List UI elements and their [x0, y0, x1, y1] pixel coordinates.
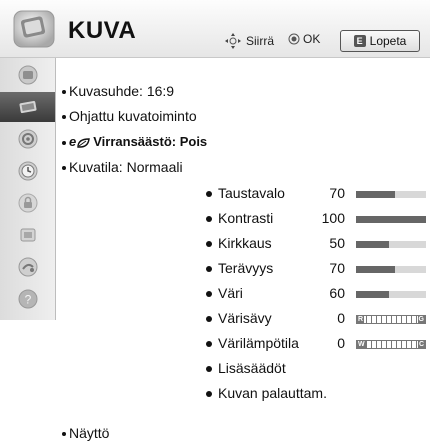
bullet-icon [206, 191, 212, 198]
bullet-icon [206, 241, 212, 248]
ok-button-icon [288, 33, 300, 45]
bullet-icon [62, 432, 66, 437]
sidebar-item-input[interactable] [0, 252, 55, 282]
menu-item-screen[interactable]: Näyttö [62, 425, 109, 441]
menu-item-energy-saving[interactable]: e Virransäästö: Pois [62, 134, 207, 149]
setting-row[interactable]: Värisävy [206, 310, 272, 326]
setting-value: 60 [329, 285, 345, 301]
help-icon: ? [18, 289, 37, 309]
ok-hint: OK [288, 32, 320, 46]
energy-prefix: e [69, 134, 77, 149]
bullet-icon [206, 341, 212, 348]
sidebar-item-setup[interactable] [0, 60, 55, 90]
setting-level-bar[interactable] [356, 241, 426, 248]
setting-label: Taustavalo [218, 185, 285, 201]
setting-row[interactable]: Kuvan palauttam. [206, 385, 327, 401]
move-hint: Siirrä [224, 32, 274, 50]
tv-picture-icon [18, 65, 37, 85]
setting-label: Kuvan palauttam. [218, 385, 327, 401]
page-title: KUVA [68, 17, 137, 44]
picture-menu-icon [13, 10, 55, 48]
speaker-icon [18, 129, 37, 149]
setting-row[interactable]: Taustavalo [206, 185, 285, 201]
aspect-ratio-label: Kuvasuhde: 16:9 [69, 83, 175, 99]
setting-level-bar[interactable] [356, 266, 426, 273]
balance-right-label: C [417, 341, 425, 348]
bullet-icon [62, 90, 66, 95]
setting-level-fill [356, 216, 426, 223]
bullet-icon [62, 115, 66, 120]
menu-item-picture-mode[interactable]: Kuvatila: Normaali [62, 159, 183, 175]
setting-value: 0 [337, 310, 345, 326]
setting-value: 50 [329, 235, 345, 251]
setting-row[interactable]: Terävyys [206, 260, 273, 276]
setting-value: 70 [329, 260, 345, 276]
setting-level-bar[interactable] [356, 291, 426, 298]
setting-level-bar[interactable] [356, 216, 426, 223]
exit-button[interactable]: E Lopeta [340, 30, 420, 52]
setting-label: Terävyys [218, 260, 274, 276]
screen-label: Näyttö [69, 425, 110, 441]
leaf-icon [77, 137, 91, 148]
bullet-icon [206, 291, 212, 298]
bullet-icon [206, 266, 212, 273]
input-icon [18, 257, 37, 277]
exit-button-label: Lopeta [369, 34, 407, 48]
bullet-icon [206, 391, 212, 398]
bullet-icon [62, 166, 66, 171]
setting-row[interactable]: Lisäsäädöt [206, 360, 286, 376]
sidebar-item-picture[interactable] [0, 92, 55, 122]
setting-row[interactable]: Väri [206, 285, 243, 301]
setting-label: Värisävy [218, 310, 272, 326]
setting-row[interactable]: Värilämpötila [206, 335, 299, 351]
header-bar: KUVA Siirrä OK E Lopeta [0, 0, 430, 58]
menu-item-aspect-ratio[interactable]: Kuvasuhde: 16:9 [62, 83, 174, 99]
balance-left-label: W [357, 341, 366, 348]
setting-value: 0 [337, 335, 345, 351]
setting-level-fill [356, 266, 395, 273]
setting-label: Kontrasti [218, 210, 274, 226]
setting-value: 70 [329, 185, 345, 201]
sidebar-item-lock[interactable] [0, 188, 55, 218]
setting-level-fill [356, 291, 389, 298]
setting-balance-bar[interactable]: WC [356, 340, 426, 349]
picture-screen-icon [18, 100, 37, 114]
exit-key-icon: E [353, 35, 366, 47]
energy-saving-label: Virransäästö: Pois [93, 134, 208, 149]
setting-label: Kirkkaus [218, 235, 272, 251]
balance-right-label: G [417, 316, 425, 323]
clock-icon [18, 161, 37, 181]
category-sidebar: ? [0, 58, 56, 320]
option-icon [20, 228, 35, 242]
picture-mode-label: Kuvatila: Normaali [69, 159, 183, 175]
setting-level-bar[interactable] [356, 191, 426, 198]
svg-text:?: ? [24, 293, 31, 307]
lock-icon [18, 193, 37, 213]
setting-level-fill [356, 241, 389, 248]
menu-item-picture-wizard[interactable]: Ohjattu kuvatoiminto [62, 108, 197, 124]
move-hint-label: Siirrä [246, 34, 275, 48]
setting-label: Värilämpötila [218, 335, 299, 351]
sidebar-item-help[interactable]: ? [0, 284, 55, 314]
balance-left-label: R [357, 316, 365, 323]
picture-wizard-label: Ohjattu kuvatoiminto [69, 108, 197, 124]
bullet-icon [62, 140, 66, 145]
bullet-icon [206, 216, 212, 223]
sidebar-item-time[interactable] [0, 156, 55, 186]
setting-balance-bar[interactable]: RG [356, 315, 426, 324]
setting-label: Lisäsäädöt [218, 360, 286, 376]
sidebar-item-audio[interactable] [0, 124, 55, 154]
setting-label: Väri [218, 285, 243, 301]
navigation-arrows-icon [225, 33, 241, 49]
bullet-icon [206, 316, 212, 323]
ok-hint-label: OK [303, 32, 321, 46]
bullet-icon [206, 366, 212, 373]
setting-level-fill [356, 191, 395, 198]
sidebar-item-option[interactable] [0, 220, 55, 250]
setting-row[interactable]: Kontrasti [206, 210, 273, 226]
setting-value: 100 [321, 210, 345, 226]
setting-row[interactable]: Kirkkaus [206, 235, 272, 251]
